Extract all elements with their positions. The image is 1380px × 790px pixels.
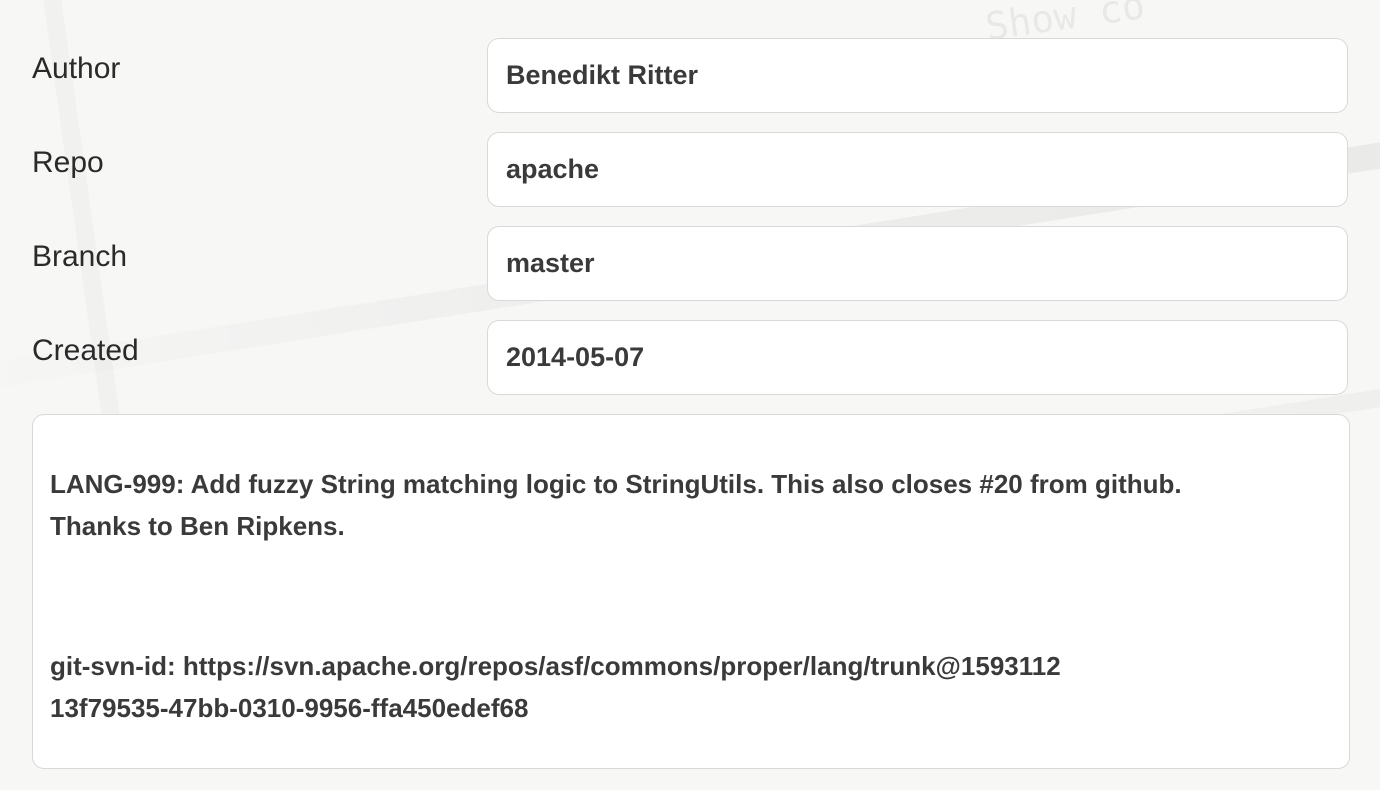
commit-message-line: LANG-999: Add fuzzy String matching logi… (50, 469, 1182, 499)
commit-message-box[interactable]: LANG-999: Add fuzzy String matching logi… (32, 414, 1350, 769)
author-row: Author Benedikt Ritter (32, 38, 1350, 115)
repo-row: Repo apache (32, 132, 1350, 209)
author-label: Author (32, 52, 121, 85)
git-svn-uuid-line: 13f79535-47bb-0310-9956-ffa450edef68 (50, 693, 529, 723)
author-field[interactable]: Benedikt Ritter (487, 38, 1348, 113)
message-spacer (50, 547, 1332, 645)
git-svn-id-line: git-svn-id: https://svn.apache.org/repos… (50, 651, 1061, 681)
branch-field[interactable]: master (487, 226, 1348, 301)
repo-label: Repo (32, 146, 104, 179)
branch-row: Branch master (32, 226, 1350, 303)
commit-message-line: Thanks to Ben Ripkens. (50, 511, 345, 541)
created-field[interactable]: 2014-05-07 (487, 320, 1348, 395)
repo-field[interactable]: apache (487, 132, 1348, 207)
created-label: Created (32, 334, 139, 367)
branch-label: Branch (32, 240, 128, 273)
created-row: Created 2014-05-07 (32, 320, 1350, 397)
